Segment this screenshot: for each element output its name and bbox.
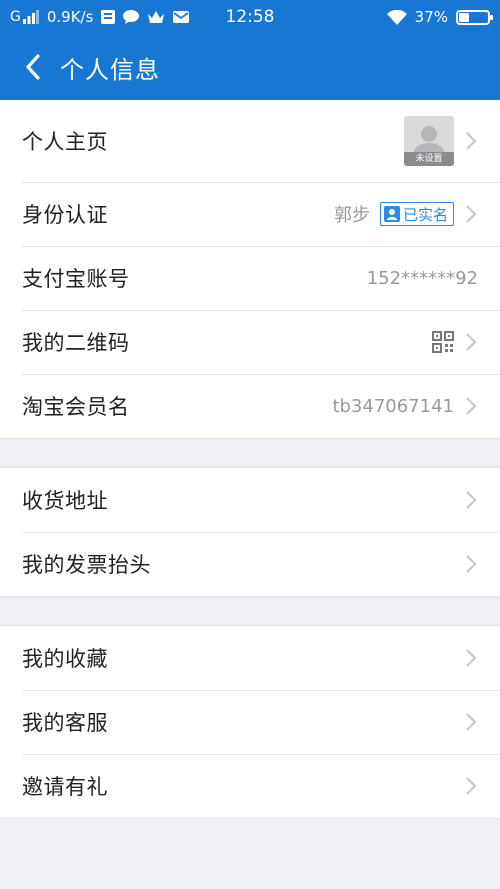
row-customer-service[interactable]: 我的客服 <box>0 690 500 754</box>
chevron-right-icon <box>464 130 478 152</box>
row-invoice-title[interactable]: 我的发票抬头 <box>0 532 500 596</box>
battery-percent: 37% <box>414 8 448 26</box>
row-label: 邀请有礼 <box>22 775 108 799</box>
chat-icon <box>123 9 140 25</box>
chevron-left-icon <box>26 54 40 80</box>
row-label: 收货地址 <box>22 489 108 513</box>
row-label: 我的二维码 <box>22 331 130 355</box>
page-title: 个人信息 <box>60 55 160 84</box>
nav-bar: 个人信息 <box>0 34 500 100</box>
group-misc: 我的收藏 我的客服 邀请有礼 <box>0 625 500 819</box>
chevron-right-icon <box>464 553 478 575</box>
row-label: 身份认证 <box>22 203 108 227</box>
row-taobao-member-name[interactable]: 淘宝会员名 tb347067141 <box>0 374 500 438</box>
qr-code-icon <box>432 331 454 353</box>
row-favorites[interactable]: 我的收藏 <box>0 626 500 690</box>
row-label: 淘宝会员名 <box>22 395 130 419</box>
row-shipping-address[interactable]: 收货地址 <box>0 468 500 532</box>
row-label: 支付宝账号 <box>22 267 130 291</box>
group-account: 个人主页 未设置 身份认证 郭步 已实名 支付宝账号 152******92 我… <box>0 100 500 439</box>
identity-name: 郭步 <box>333 205 370 226</box>
row-label: 我的客服 <box>22 711 108 735</box>
row-label: 我的收藏 <box>22 647 108 671</box>
app-notification-icon <box>101 9 116 25</box>
network-type: G <box>10 9 21 25</box>
chevron-right-icon <box>464 489 478 511</box>
alipay-account-value: 152******92 <box>366 267 478 289</box>
status-right: 37% <box>386 8 493 26</box>
battery-icon <box>456 9 493 25</box>
chevron-right-icon <box>464 775 478 797</box>
status-left: G 0.9K/s <box>10 8 190 26</box>
verified-badge: 已实名 <box>379 202 454 226</box>
row-label: 个人主页 <box>22 130 108 154</box>
row-alipay-account[interactable]: 支付宝账号 152******92 <box>0 246 500 310</box>
mail-icon <box>173 9 190 25</box>
battery-fill <box>459 12 470 22</box>
network-speed: 0.9K/s <box>46 8 94 26</box>
avatar: 未设置 <box>404 116 454 166</box>
group-shipping: 收货地址 我的发票抬头 <box>0 467 500 597</box>
chevron-right-icon <box>464 203 478 225</box>
crown-icon <box>147 9 165 25</box>
chevron-right-icon <box>464 331 478 353</box>
member-name-value: tb347067141 <box>332 395 454 417</box>
chevron-right-icon <box>464 711 478 733</box>
row-invite-reward[interactable]: 邀请有礼 <box>0 754 500 818</box>
avatar-tag: 未设置 <box>404 152 454 166</box>
row-identity[interactable]: 身份认证 郭步 已实名 <box>0 182 500 246</box>
status-bar: G 0.9K/s 12:58 37% <box>0 0 500 34</box>
row-homepage[interactable]: 个人主页 未设置 <box>0 100 500 182</box>
signal-icon: G <box>10 9 39 25</box>
row-qr-code[interactable]: 我的二维码 <box>0 310 500 374</box>
badge-text: 已实名 <box>402 205 448 224</box>
wifi-icon <box>386 9 407 25</box>
chevron-right-icon <box>464 395 478 417</box>
row-label: 我的发票抬头 <box>22 553 151 577</box>
back-button[interactable] <box>16 47 50 87</box>
chevron-right-icon <box>464 647 478 669</box>
verified-user-icon <box>383 206 400 222</box>
